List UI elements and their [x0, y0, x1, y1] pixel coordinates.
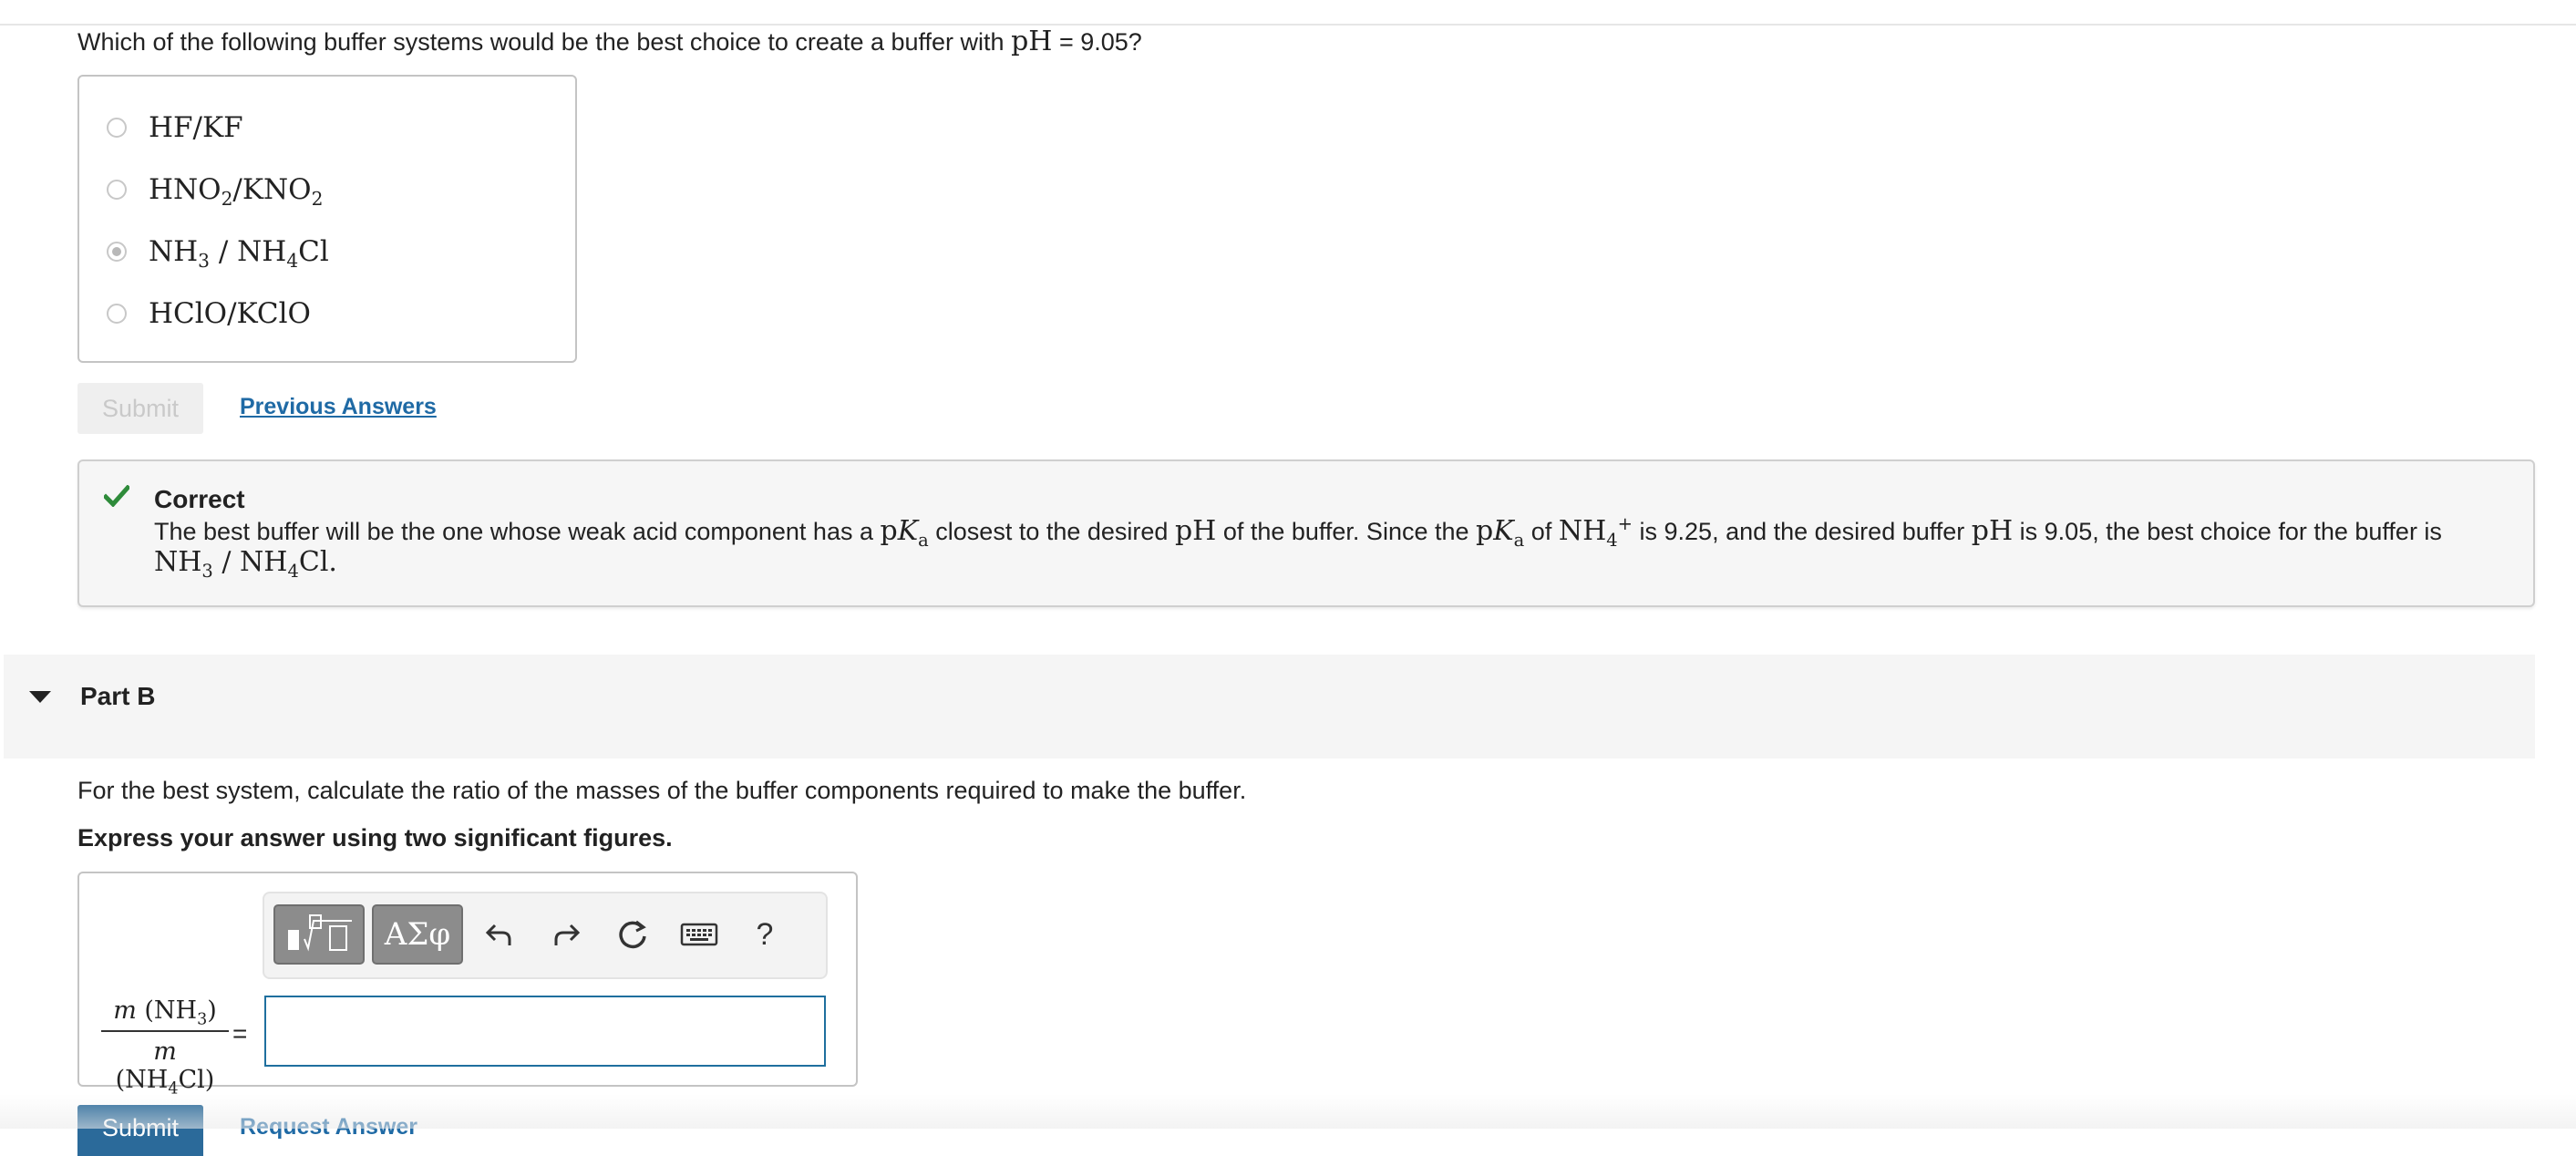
- answer-choices: HF/KF HNO2/KNO2 NH3 / NH4Cl HClO/KClO: [77, 75, 577, 363]
- choice-hno2-kno2[interactable]: HNO2/KNO2: [107, 171, 323, 208]
- choice-hclo-kclo[interactable]: HClO/KClO: [107, 295, 311, 332]
- question-text: Which of the following buffer systems wo…: [77, 28, 1012, 56]
- feedback-answer: NH3 / NH4Cl.: [154, 546, 337, 582]
- answer-input[interactable]: [264, 996, 826, 1067]
- radio-button[interactable]: [107, 304, 127, 324]
- choice-label: HNO2/KNO2: [149, 173, 324, 211]
- radio-button[interactable]: [107, 180, 127, 200]
- feedback-status: Correct: [154, 485, 245, 513]
- checkmark-icon: [104, 485, 129, 507]
- templates-button[interactable]: [273, 904, 365, 965]
- feedback-text: The best buffer will be the one whose we…: [154, 513, 2442, 582]
- part-b-prompt: For the best system, calculate the ratio…: [77, 777, 1247, 804]
- mass-ratio-label: m (NH3) m (NH4Cl): [101, 996, 229, 1099]
- templates-icon: [288, 914, 352, 952]
- choice-label: HF/KF: [149, 111, 243, 144]
- choice-nh3-nh4cl[interactable]: NH3 / NH4Cl: [107, 233, 329, 270]
- request-answer-link[interactable]: Request Answer: [240, 1114, 417, 1141]
- keyboard-icon[interactable]: [676, 912, 722, 957]
- fraction-denominator: m (NH4Cl): [115, 1037, 215, 1099]
- part-b-header[interactable]: Part B: [4, 655, 2535, 759]
- reset-icon[interactable]: [610, 912, 655, 957]
- fraction-bar: [101, 1030, 229, 1032]
- question-math: pH: [1011, 26, 1053, 57]
- equals-sign: =: [232, 1019, 248, 1048]
- previous-answers-link[interactable]: Previous Answers: [240, 394, 437, 420]
- choice-hf-kf[interactable]: HF/KF: [107, 109, 243, 146]
- part-b-instruction: Express your answer using two significan…: [77, 824, 673, 852]
- part-b-title: Part B: [80, 682, 156, 710]
- undo-icon[interactable]: [476, 912, 521, 957]
- greek-symbols-button[interactable]: ΑΣφ: [372, 904, 463, 965]
- choice-label: NH3 / NH4Cl: [149, 235, 329, 273]
- part-a-submit-button[interactable]: Submit: [77, 383, 203, 434]
- part-a-question: Which of the following buffer systems wo…: [77, 26, 1142, 57]
- question-target: = 9.05?: [1052, 28, 1142, 56]
- collapse-triangle-icon[interactable]: [29, 691, 51, 703]
- redo-icon[interactable]: [544, 912, 590, 957]
- math-toolbar: ΑΣφ ?: [263, 892, 828, 979]
- feedback-panel: Correct The best buffer will be the one …: [77, 459, 2535, 607]
- help-button[interactable]: ?: [742, 912, 788, 957]
- radio-button-selected[interactable]: [107, 242, 127, 262]
- radio-button[interactable]: [107, 118, 127, 138]
- answer-editor: ΑΣφ ? m (NH3) m (NH4Cl) =: [77, 872, 858, 1097]
- choice-label: HClO/KClO: [149, 297, 311, 330]
- part-b-submit-button[interactable]: Submit: [77, 1105, 203, 1156]
- fraction-numerator: m (NH3): [113, 996, 217, 1029]
